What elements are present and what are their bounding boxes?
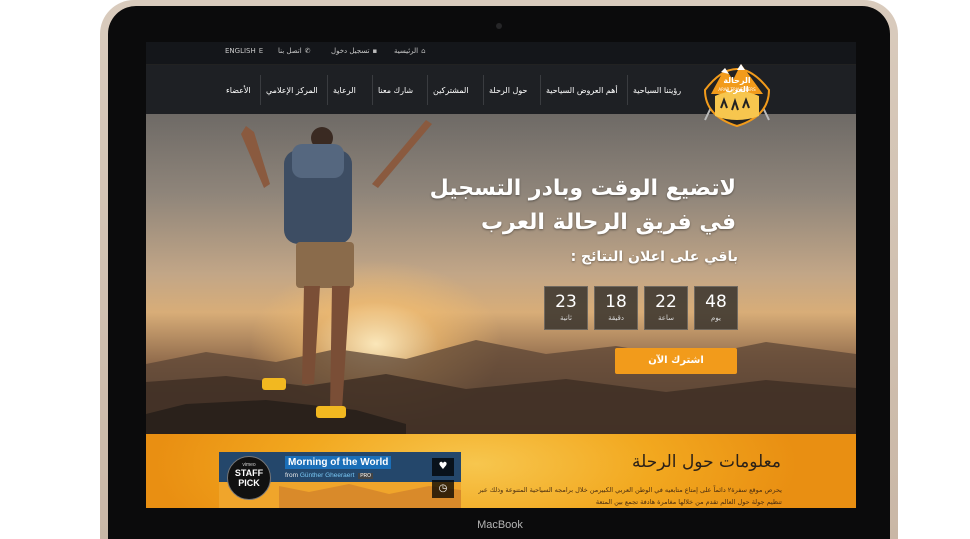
contact-label: اتصل بنا	[278, 47, 302, 55]
home-label: الرئيسية	[394, 47, 419, 55]
trip-info-title: معلومات حول الرحلة	[632, 452, 781, 472]
register-link[interactable]: تسجيل دخول ▪	[331, 47, 377, 55]
video-title[interactable]: Morning of the World	[285, 456, 392, 469]
staff-pick-pick: PICK	[238, 478, 260, 488]
countdown-hours-label: ساعة	[658, 314, 674, 322]
home-link[interactable]: الرئيسية ⌂	[394, 47, 426, 55]
nav-item-participants[interactable]: المشتركين	[433, 79, 469, 101]
vimeo-video-player[interactable]: vimeo STAFF PICK Morning of the World fr…	[219, 452, 461, 508]
register-label: تسجيل دخول	[331, 47, 370, 55]
nav-item-about-trip[interactable]: حول الرحلة	[489, 79, 527, 101]
countdown-hours-value: 22	[655, 292, 677, 312]
pro-badge: PRO	[358, 473, 374, 479]
english-link[interactable]: ENGLISH E	[225, 47, 263, 55]
countdown-seconds-value: 23	[555, 292, 577, 312]
video-byline: from Günther Gheeraert PRO	[285, 472, 374, 479]
countdown-days-value: 48	[705, 292, 727, 312]
video-author[interactable]: Günther Gheeraert	[300, 472, 355, 479]
hero-banner: لاتضيع الوقت وبادر التسجيل في فريق الرحا…	[146, 114, 856, 434]
nav-divider	[372, 75, 373, 105]
staff-pick-badge: vimeo STAFF PICK	[227, 456, 271, 500]
phone-icon: ✆	[304, 47, 311, 55]
english-label: ENGLISH	[225, 47, 256, 55]
countdown-seconds-label: ثانية	[560, 314, 572, 322]
hero-background-scene	[146, 120, 856, 434]
nav-divider	[540, 75, 541, 105]
nav-item-sponsorship[interactable]: الرعاية	[333, 79, 356, 101]
countdown-minutes-label: دقيقة	[608, 314, 624, 322]
nav-item-media-center[interactable]: المركز الإعلامي	[266, 79, 318, 101]
countdown-caption: باقي على اعلان النتائج :	[570, 249, 738, 265]
nav-divider	[427, 75, 428, 105]
countdown-minutes-value: 18	[605, 292, 627, 312]
countdown-hours: 22 ساعة	[644, 286, 688, 330]
macbook-label: MacBook	[477, 519, 523, 531]
logo-english-text: ARAB TRAVELLERS	[718, 87, 756, 92]
nav-item-members[interactable]: الأعضاء	[226, 79, 251, 101]
nav-item-offers[interactable]: أهم العروض السياحية	[546, 79, 618, 101]
language-icon: E	[258, 47, 264, 55]
hero-headline-line2: في فريق الرحالة العرب	[480, 210, 736, 235]
nav-divider	[627, 75, 628, 105]
nav-item-vision[interactable]: رؤيتنا السياحية	[633, 79, 681, 101]
trip-info-section: معلومات حول الرحلة يحرص موقع سفرة٢ دائما…	[146, 434, 856, 508]
hero-headline-line1: لاتضيع الوقت وبادر التسجيل	[429, 176, 736, 201]
countdown-minutes: 18 دقيقة	[594, 286, 638, 330]
like-heart-icon[interactable]: ♥	[432, 458, 454, 476]
home-icon: ⌂	[421, 47, 426, 55]
subscribe-now-button[interactable]: اشترك الآن	[615, 348, 737, 374]
nav-divider	[483, 75, 484, 105]
video-by-prefix: from	[285, 472, 298, 479]
trip-info-text: يحرص موقع سفرة٢ دائماً على إمتاع متابعيه…	[478, 486, 782, 506]
countdown-days: 48 يوم	[694, 286, 738, 330]
website-screen: ENGLISH E اتصل بنا ✆ تسجيل دخول ▪ الرئيس…	[146, 42, 856, 508]
nav-divider	[327, 75, 328, 105]
nav-divider	[260, 75, 261, 105]
contact-link[interactable]: اتصل بنا ✆	[278, 47, 311, 55]
countdown-days-label: يوم	[711, 314, 721, 322]
nav-item-join-us[interactable]: شارك معنا	[378, 79, 413, 101]
staff-pick-staff: STAFF	[234, 468, 264, 478]
watch-later-clock-icon[interactable]: ◷	[432, 480, 454, 498]
lock-icon: ▪	[372, 47, 378, 55]
countdown-seconds: 23 ثانية	[544, 286, 588, 330]
webcam	[496, 23, 502, 29]
hero-headline: لاتضيع الوقت وبادر التسجيل في فريق الرحا…	[396, 172, 736, 240]
